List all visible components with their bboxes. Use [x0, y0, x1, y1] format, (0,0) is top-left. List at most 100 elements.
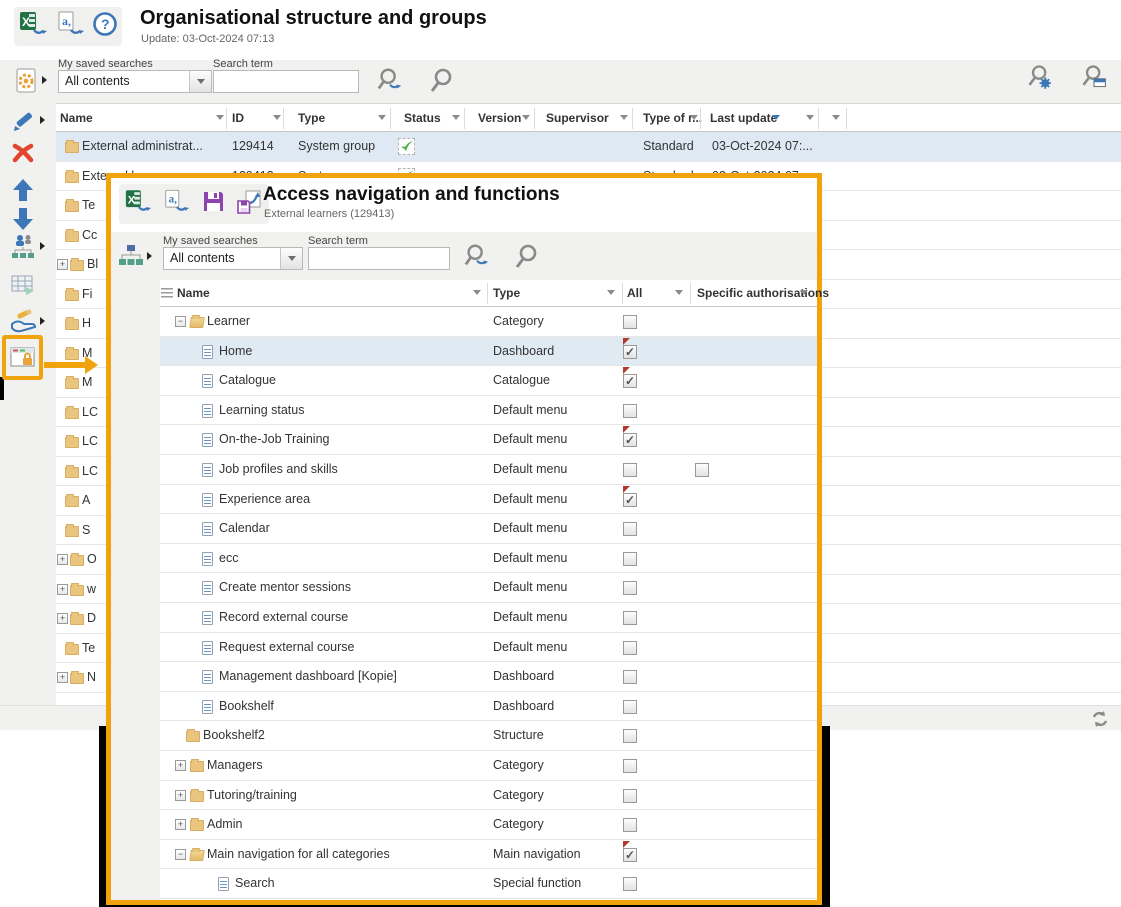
access-table-row[interactable]: Bookshelf2Structure — [160, 721, 817, 751]
search-execute-icon[interactable] — [376, 66, 404, 94]
excel-export-icon[interactable]: X — [18, 10, 48, 43]
new-item-icon[interactable] — [12, 66, 40, 94]
all-checkbox[interactable] — [623, 493, 637, 507]
access-table-row[interactable]: Job profiles and skillsDefault menu — [160, 455, 817, 485]
search-term-input[interactable] — [213, 70, 359, 93]
column-header-name[interactable]: Name — [177, 286, 210, 300]
access-table-row[interactable]: BookshelfDashboard — [160, 692, 817, 722]
filter-icon[interactable] — [522, 115, 530, 120]
saved-searches-select[interactable]: All contents — [58, 70, 212, 93]
all-checkbox[interactable] — [623, 433, 637, 447]
access-table-row[interactable]: Request external courseDefault menu — [160, 633, 817, 663]
expand-icon[interactable]: + — [57, 672, 68, 683]
expand-icon[interactable]: + — [175, 760, 186, 771]
saved-searches-select[interactable]: All contents — [163, 247, 303, 270]
refresh-icon[interactable] — [1086, 705, 1114, 733]
access-table-row[interactable]: −Main navigation for all categoriesMain … — [160, 840, 817, 870]
filter-icon[interactable] — [806, 115, 814, 120]
org-structure-flyout-icon[interactable] — [40, 242, 45, 250]
expand-icon[interactable]: + — [175, 790, 186, 801]
column-header-name[interactable]: Name — [60, 111, 93, 125]
all-checkbox[interactable] — [623, 315, 637, 329]
access-table-row[interactable]: On-the-Job TrainingDefault menu — [160, 425, 817, 455]
column-header-all[interactable]: All — [627, 286, 642, 300]
filter-icon[interactable] — [216, 115, 224, 120]
access-table-row[interactable]: +AdminCategory — [160, 810, 817, 840]
assign-flyout-icon[interactable] — [40, 317, 45, 325]
sitemap-flyout-icon[interactable] — [147, 252, 152, 260]
access-table-row[interactable]: Experience areaDefault menu — [160, 485, 817, 515]
all-checkbox[interactable] — [623, 522, 637, 536]
access-table-row[interactable]: SearchSpecial function — [160, 869, 817, 899]
saved-searches-dropdown-button[interactable] — [189, 71, 211, 92]
filter-icon[interactable] — [378, 115, 386, 120]
all-checkbox[interactable] — [623, 700, 637, 714]
row-menu-icon[interactable] — [161, 288, 173, 298]
all-checkbox[interactable] — [623, 552, 637, 566]
filter-icon[interactable] — [620, 115, 628, 120]
filter-icon[interactable] — [273, 115, 281, 120]
filter-icon[interactable] — [473, 290, 481, 295]
all-checkbox[interactable] — [623, 729, 637, 743]
all-checkbox[interactable] — [623, 641, 637, 655]
access-table-row[interactable]: Create mentor sessionsDefault menu — [160, 573, 817, 603]
all-checkbox[interactable] — [623, 848, 637, 862]
table-row[interactable]: External administrat...129414System grou… — [56, 132, 1121, 162]
filter-icon[interactable] — [675, 290, 683, 295]
sitemap-icon[interactable] — [117, 242, 145, 270]
filter-icon[interactable] — [452, 115, 460, 120]
filter-icon[interactable] — [607, 290, 615, 295]
delete-icon[interactable] — [9, 139, 37, 167]
all-checkbox[interactable] — [623, 877, 637, 891]
expand-icon[interactable]: − — [175, 316, 186, 327]
access-table-row[interactable]: Management dashboard [Kopie]Dashboard — [160, 662, 817, 692]
table-view-icon[interactable] — [9, 271, 37, 299]
new-item-flyout-icon[interactable] — [42, 76, 47, 84]
access-table-row[interactable]: Record external courseDefault menu — [160, 603, 817, 633]
save-icon[interactable] — [201, 189, 226, 219]
filter-icon[interactable] — [690, 115, 698, 120]
move-down-icon[interactable] — [9, 205, 37, 233]
expand-icon[interactable]: − — [175, 849, 186, 860]
column-header-last-update[interactable]: Last update — [710, 111, 777, 125]
all-checkbox[interactable] — [623, 611, 637, 625]
expand-icon[interactable]: + — [175, 819, 186, 830]
column-header-type[interactable]: Type — [298, 111, 325, 125]
search-execute-icon[interactable] — [463, 242, 491, 270]
column-header-type[interactable]: Type — [493, 286, 520, 300]
expand-icon[interactable]: + — [57, 554, 68, 565]
specific-authorisations-checkbox[interactable] — [695, 463, 709, 477]
all-checkbox[interactable] — [623, 374, 637, 388]
saved-searches-dropdown-button[interactable] — [280, 248, 302, 269]
access-table-row[interactable]: +ManagersCategory — [160, 751, 817, 781]
expand-icon[interactable]: + — [57, 584, 68, 595]
save-transfer-icon[interactable] — [236, 189, 264, 220]
column-header-status[interactable]: Status — [404, 111, 441, 125]
assign-icon[interactable] — [9, 307, 37, 335]
all-checkbox[interactable] — [623, 404, 637, 418]
all-checkbox[interactable] — [623, 581, 637, 595]
org-structure-icon[interactable] — [9, 233, 37, 261]
text-export-icon[interactable]: a, — [55, 10, 85, 43]
edit-icon[interactable] — [9, 107, 37, 135]
search-panel-icon[interactable] — [1080, 63, 1108, 91]
access-table-row[interactable]: +Tutoring/trainingCategory — [160, 781, 817, 811]
column-header-id[interactable]: ID — [232, 111, 244, 125]
help-icon[interactable]: ? — [92, 11, 118, 42]
all-checkbox[interactable] — [623, 818, 637, 832]
all-checkbox[interactable] — [623, 789, 637, 803]
search-icon[interactable] — [513, 242, 541, 270]
all-checkbox[interactable] — [623, 345, 637, 359]
access-table-row[interactable]: eccDefault menu — [160, 544, 817, 574]
expand-icon[interactable]: + — [57, 613, 68, 624]
edit-flyout-icon[interactable] — [40, 116, 45, 124]
access-table-row[interactable]: CalendarDefault menu — [160, 514, 817, 544]
access-table-row[interactable]: −LearnerCategory — [160, 307, 817, 337]
move-up-icon[interactable] — [9, 176, 37, 204]
column-header-specific-authorisations[interactable]: Specific authorisations — [697, 286, 829, 300]
all-checkbox[interactable] — [623, 463, 637, 477]
access-table-row[interactable]: Learning statusDefault menu — [160, 396, 817, 426]
text-export-icon[interactable]: a, — [162, 188, 190, 220]
excel-export-icon[interactable]: X — [124, 188, 152, 220]
access-table-row[interactable]: CatalogueCatalogue — [160, 366, 817, 396]
